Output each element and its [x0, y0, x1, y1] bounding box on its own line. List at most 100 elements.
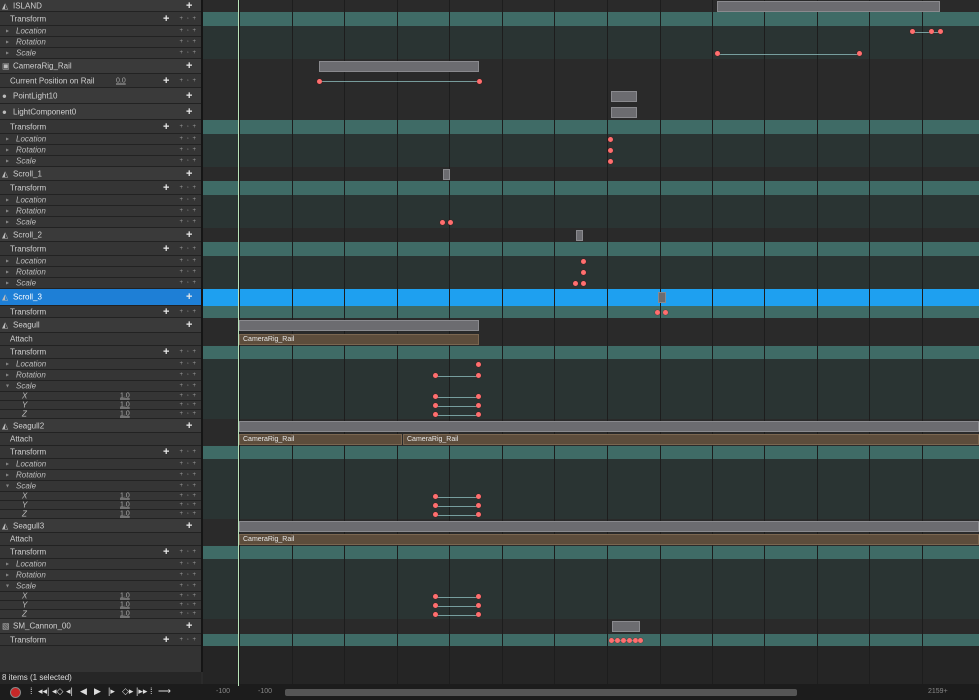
keyframe[interactable]: [475, 512, 481, 517]
timeline-lane[interactable]: [203, 470, 979, 481]
keyframe[interactable]: [475, 612, 481, 617]
key-navigation-icon[interactable]: + ◦ +: [180, 383, 197, 389]
key-navigation-icon[interactable]: + ◦ +: [180, 602, 197, 608]
add-track-icon[interactable]: +: [163, 182, 169, 194]
attach-section[interactable]: CameraRig_Rail: [239, 434, 402, 445]
key-navigation-icon[interactable]: + ◦ +: [180, 309, 197, 315]
timeline-lane[interactable]: [203, 401, 979, 410]
track-row[interactable]: ▸ Rotation + ◦ +: [0, 267, 201, 278]
key-navigation-icon[interactable]: + ◦ +: [180, 197, 197, 203]
section-bar[interactable]: [319, 61, 479, 72]
track-row[interactable]: Attach: [0, 533, 201, 546]
expand-closed-icon[interactable]: ▸: [6, 219, 9, 226]
key-navigation-icon[interactable]: + ◦ +: [180, 611, 197, 617]
keyframe[interactable]: [909, 29, 915, 34]
keyframe[interactable]: [928, 29, 934, 34]
keyframe[interactable]: [432, 394, 438, 399]
timeline-lane[interactable]: [203, 610, 979, 619]
expand-closed-icon[interactable]: ▸: [6, 361, 9, 368]
key-navigation-icon[interactable]: + ◦ +: [180, 561, 197, 567]
timeline-lane[interactable]: [203, 289, 979, 306]
track-row[interactable]: Y 1.0 + ◦ +: [0, 401, 201, 410]
add-track-icon[interactable]: +: [186, 620, 192, 632]
property-value-field[interactable]: 0.0: [116, 77, 126, 84]
track-row[interactable]: Transform + + ◦ +: [0, 346, 201, 359]
key-navigation-icon[interactable]: + ◦ +: [180, 258, 197, 264]
track-row[interactable]: ▾ Scale + ◦ +: [0, 581, 201, 592]
track-row[interactable]: Attach: [0, 433, 201, 446]
add-track-icon[interactable]: +: [186, 0, 192, 12]
key-navigation-icon[interactable]: + ◦ +: [180, 185, 197, 191]
track-row[interactable]: Current Position on Rail 0.0 + + ◦ +: [0, 74, 201, 88]
keyframe[interactable]: [626, 637, 632, 643]
key-navigation-icon[interactable]: + ◦ +: [180, 280, 197, 286]
track-row[interactable]: ▾ Scale + ◦ +: [0, 481, 201, 492]
key-navigation-icon[interactable]: + ◦ +: [180, 583, 197, 589]
step-icon[interactable]: ⁞: [150, 686, 153, 696]
track-row[interactable]: ▸ Scale + ◦ +: [0, 48, 201, 59]
keyframe[interactable]: [475, 394, 481, 399]
timeline-lane[interactable]: [203, 48, 979, 59]
track-row[interactable]: ▸ Rotation + ◦ +: [0, 570, 201, 581]
track-row[interactable]: ▾ Scale + ◦ +: [0, 381, 201, 392]
property-value-field[interactable]: 1.0: [120, 493, 130, 500]
expand-closed-icon[interactable]: ▸: [6, 258, 9, 265]
keyframe[interactable]: [447, 220, 453, 225]
key-navigation-icon[interactable]: + ◦ +: [180, 593, 197, 599]
property-value-field[interactable]: 1.0: [120, 611, 130, 618]
key-navigation-icon[interactable]: + ◦ +: [180, 483, 197, 489]
property-value-field[interactable]: 1.0: [120, 502, 130, 509]
property-value-field[interactable]: 1.0: [120, 402, 130, 409]
key-navigation-icon[interactable]: + ◦ +: [180, 372, 197, 378]
keyframe[interactable]: [432, 403, 438, 408]
timeline-lane[interactable]: [203, 601, 979, 610]
expand-closed-icon[interactable]: ▸: [6, 472, 9, 479]
track-row[interactable]: ▸ Scale + ◦ +: [0, 156, 201, 167]
key-navigation-icon[interactable]: + ◦ +: [180, 219, 197, 225]
track-row[interactable]: Y 1.0 + ◦ +: [0, 601, 201, 610]
expand-closed-icon[interactable]: ▸: [6, 158, 9, 165]
keyframe[interactable]: [439, 220, 445, 225]
keyframe[interactable]: [475, 373, 481, 378]
keyframe[interactable]: [475, 603, 481, 608]
section-bar[interactable]: [611, 106, 637, 118]
expand-closed-icon[interactable]: ▸: [6, 39, 9, 46]
add-track-icon[interactable]: +: [163, 306, 169, 318]
timeline-lane[interactable]: [203, 167, 979, 181]
track-row[interactable]: Transform + + ◦ +: [0, 446, 201, 459]
timeline-lane[interactable]: [203, 195, 979, 206]
keyframe[interactable]: [475, 362, 481, 367]
add-track-icon[interactable]: +: [186, 229, 192, 241]
play-icon[interactable]: ▶: [94, 686, 101, 697]
track-row[interactable]: Transform + + ◦ +: [0, 181, 201, 195]
section-bar[interactable]: [239, 420, 979, 432]
attach-section[interactable]: CameraRig_Rail: [403, 434, 979, 445]
key-navigation-icon[interactable]: + ◦ +: [180, 493, 197, 499]
key-navigation-icon[interactable]: + ◦ +: [180, 50, 197, 56]
record-button[interactable]: [10, 687, 21, 698]
key-navigation-icon[interactable]: + ◦ +: [180, 28, 197, 34]
keyframe[interactable]: [316, 78, 322, 84]
add-track-icon[interactable]: +: [163, 243, 169, 255]
jump-start-icon[interactable]: ◂◂|: [38, 686, 49, 697]
loop-icon[interactable]: ⟶: [158, 686, 171, 697]
next-key-icon[interactable]: ◇▸: [122, 686, 133, 697]
timeline-lane[interactable]: [203, 88, 979, 104]
expand-closed-icon[interactable]: ▸: [6, 197, 9, 204]
timeline-lane[interactable]: [203, 381, 979, 392]
section-bar[interactable]: [612, 621, 640, 632]
keyframe[interactable]: [475, 503, 481, 508]
track-row[interactable]: Transform + + ◦ +: [0, 306, 201, 318]
expand-closed-icon[interactable]: ▸: [6, 372, 9, 379]
track-row[interactable]: X 1.0 + ◦ +: [0, 392, 201, 401]
keyframe[interactable]: [432, 494, 438, 499]
sequencer-timeline[interactable]: CameraRig_Rail CameraRig_Rail CameraRig_Ra…: [203, 0, 979, 684]
range-end-field[interactable]: 2159+: [928, 688, 948, 695]
timeline-lane[interactable]: [203, 501, 979, 510]
track-row[interactable]: Transform + + ◦ +: [0, 120, 201, 134]
track-row[interactable]: Z 1.0 + ◦ +: [0, 610, 201, 619]
add-track-icon[interactable]: +: [163, 634, 169, 646]
track-row[interactable]: ▧ SM_Cannon_00 +: [0, 619, 201, 634]
step-icon[interactable]: ⁞: [30, 686, 33, 696]
timeline-lane[interactable]: [203, 459, 979, 470]
